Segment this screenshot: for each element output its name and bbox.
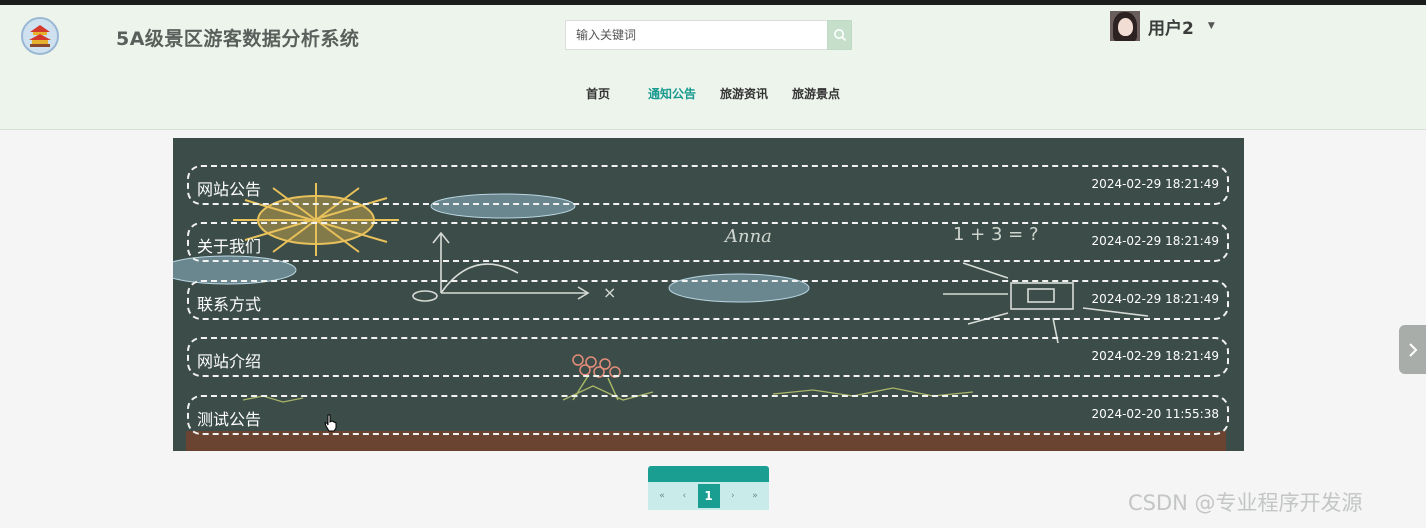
user-name[interactable]: 用户2 xyxy=(1148,14,1194,39)
nav-item-home[interactable]: 首页 xyxy=(586,85,610,102)
nav-item-travel-news[interactable]: 旅游资讯 xyxy=(720,85,768,102)
notice-title[interactable]: 网站介绍 xyxy=(197,348,261,372)
notice-date: 2024-02-29 18:21:49 xyxy=(1091,234,1219,248)
pagination-controls: « ‹ 1 › » xyxy=(648,482,769,510)
temple-icon[interactable] xyxy=(21,17,59,55)
notice-date: 2024-02-29 18:21:49 xyxy=(1091,292,1219,306)
avatar[interactable] xyxy=(1110,11,1140,41)
site-header: 5A级景区游客数据分析系统 用户2 ▼ 首页 通知公告 旅游资讯 旅游景点 xyxy=(0,5,1426,130)
chalkboard-notice-list: × Anna 1 + 3 = ? 网站公告 2024-02-29 18:21:4… xyxy=(173,138,1244,451)
main-nav: 首页 通知公告 旅游资讯 旅游景点 xyxy=(586,85,864,102)
notice-title[interactable]: 关于我们 xyxy=(197,233,261,257)
notice-title[interactable]: 联系方式 xyxy=(197,291,261,315)
user-menu[interactable]: 用户2 ▼ xyxy=(1110,10,1215,42)
notice-item[interactable]: 关于我们 2024-02-29 18:21:49 xyxy=(187,222,1229,262)
notice-title[interactable]: 测试公告 xyxy=(197,406,261,430)
prev-page-button[interactable]: ‹ xyxy=(675,491,693,501)
search-button[interactable] xyxy=(827,20,852,50)
search-bar xyxy=(565,20,852,50)
notice-item[interactable]: 测试公告 2024-02-20 11:55:38 xyxy=(187,395,1229,435)
hand-cursor-icon xyxy=(324,414,338,436)
site-title: 5A级景区游客数据分析系统 xyxy=(116,28,360,50)
next-page-button[interactable]: › xyxy=(724,491,742,501)
pagination: « ‹ 1 › » xyxy=(648,466,769,510)
caret-down-icon[interactable]: ▼ xyxy=(1208,21,1215,31)
search-icon xyxy=(833,29,846,42)
notice-title[interactable]: 网站公告 xyxy=(197,176,261,200)
slide-next-button[interactable] xyxy=(1399,325,1426,374)
notice-date: 2024-02-20 11:55:38 xyxy=(1091,407,1219,421)
current-page-button[interactable]: 1 xyxy=(697,484,720,508)
nav-item-scenic-spots[interactable]: 旅游景点 xyxy=(792,85,840,102)
pagination-header-bar xyxy=(648,466,769,482)
notice-date: 2024-02-29 18:21:49 xyxy=(1091,177,1219,191)
chevron-right-icon xyxy=(1408,342,1417,357)
search-input[interactable] xyxy=(565,20,827,50)
notice-item[interactable]: 网站公告 2024-02-29 18:21:49 xyxy=(187,165,1229,205)
first-page-button[interactable]: « xyxy=(653,491,671,501)
notice-item[interactable]: 网站介绍 2024-02-29 18:21:49 xyxy=(187,337,1229,377)
notice-item[interactable]: 联系方式 2024-02-29 18:21:49 xyxy=(187,280,1229,320)
notice-date: 2024-02-29 18:21:49 xyxy=(1091,349,1219,363)
watermark: CSDN @专业程序开发源 xyxy=(1128,491,1363,515)
last-page-button[interactable]: » xyxy=(746,491,764,501)
nav-item-notices[interactable]: 通知公告 xyxy=(648,85,696,102)
